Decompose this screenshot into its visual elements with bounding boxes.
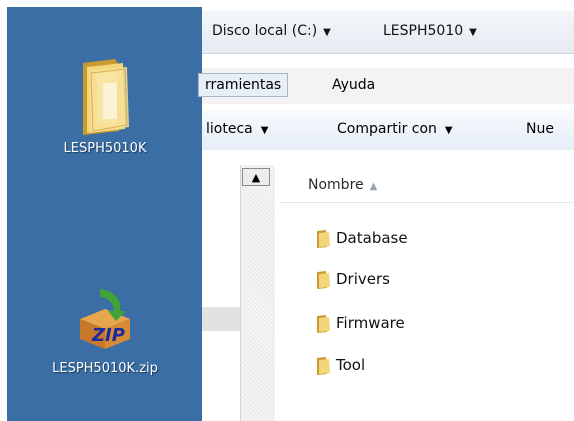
svg-text:ZIP: ZIP — [91, 325, 125, 346]
command-bar: lioteca ▼ Compartir con ▼ Nue — [202, 110, 574, 150]
list-item[interactable]: Drivers — [314, 267, 554, 293]
chevron-down-icon: ▼ — [260, 125, 269, 136]
navigation-pane: ▲ — [202, 165, 275, 421]
toolbar-button-nueva-carpeta[interactable]: Nue — [526, 121, 554, 137]
toolbar-button-label: Compartir con — [337, 121, 437, 137]
toolbar-button-biblioteca[interactable]: lioteca ▼ — [206, 121, 268, 137]
desktop-icon-zip[interactable]: ZIP LESPH5010K.zip — [25, 285, 185, 376]
toolbar-button-label: lioteca — [206, 121, 253, 137]
chevron-down-icon: ▼ — [444, 125, 453, 136]
file-name: Database — [336, 229, 408, 247]
list-item[interactable]: Tool — [314, 353, 554, 379]
file-name: Firmware — [336, 314, 405, 332]
breadcrumb-item-folder[interactable]: LESPH5010 ▼ — [383, 23, 477, 39]
scroll-up-arrow-icon[interactable]: ▲ — [242, 168, 270, 186]
list-item[interactable]: Database — [314, 226, 554, 252]
chevron-down-icon[interactable]: ▼ — [323, 27, 331, 38]
toolbar-button-compartir[interactable]: Compartir con ▼ — [337, 121, 453, 137]
chevron-down-icon[interactable]: ▼ — [469, 27, 477, 38]
zip-archive-icon: ZIP — [70, 285, 140, 355]
explorer-window: Disco local (C:) ▼ LESPH5010 ▼ rramientas … — [198, 0, 574, 421]
menu-item-ayuda[interactable]: Ayuda — [326, 74, 381, 96]
desktop: LESPH5010K ZIP LESPH5010K.zip — [7, 7, 202, 421]
folder-icon — [314, 356, 334, 376]
folder-icon — [314, 229, 334, 249]
desktop-icon-label: LESPH5010K.zip — [52, 361, 158, 376]
nav-selected-item[interactable] — [202, 307, 240, 331]
folder-icon — [314, 314, 334, 334]
desktop-icon-folder[interactable]: LESPH5010K — [25, 57, 185, 156]
breadcrumb-label: LESPH5010 — [383, 23, 464, 39]
desktop-icon-label: LESPH5010K — [63, 141, 147, 156]
breadcrumb-item-drive[interactable]: Disco local (C:) ▼ — [212, 23, 331, 39]
breadcrumb-label: Disco local (C:) — [212, 23, 318, 39]
folder-icon — [314, 270, 334, 290]
file-list: Nombre ▲ Database Drivers Firmware Tool — [280, 165, 574, 421]
file-name: Tool — [336, 356, 366, 374]
scrollbar[interactable] — [240, 165, 275, 421]
sort-ascending-icon: ▲ — [369, 181, 378, 192]
folder-icon — [75, 57, 135, 135]
list-item[interactable]: Firmware — [314, 311, 554, 337]
file-name: Drivers — [336, 270, 390, 288]
menu-item-herramientas[interactable]: rramientas — [198, 73, 289, 97]
menu-bar: rramientas Ayuda — [198, 68, 574, 104]
column-header-label: Nombre — [308, 177, 364, 193]
address-bar[interactable]: Disco local (C:) ▼ LESPH5010 ▼ — [202, 11, 574, 54]
column-header-name[interactable]: Nombre ▲ — [280, 172, 574, 203]
